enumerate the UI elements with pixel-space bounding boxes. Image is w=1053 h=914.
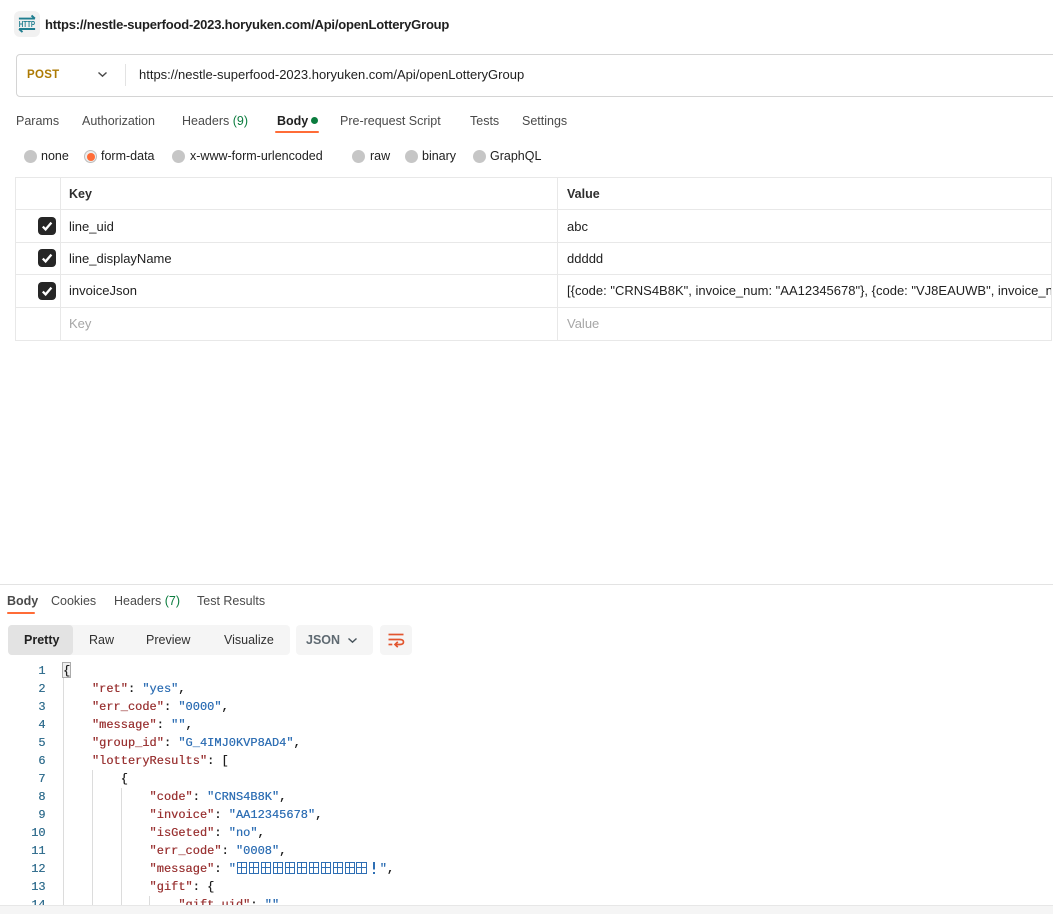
svg-text:HTTP: HTTP bbox=[19, 19, 36, 29]
